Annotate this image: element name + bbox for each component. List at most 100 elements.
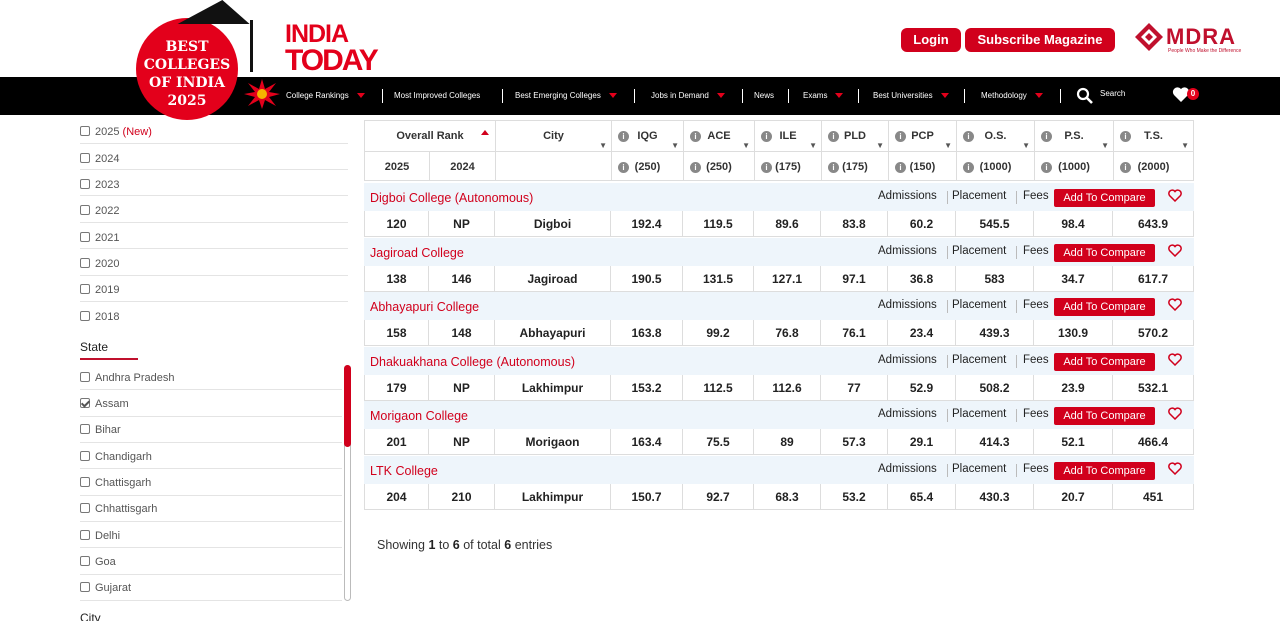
wishlist-heart-icon[interactable] — [1168, 462, 1182, 475]
info-icon[interactable]: i — [1120, 162, 1131, 173]
info-icon[interactable]: i — [690, 162, 701, 173]
state-filter-chattisgarh[interactable]: Chattisgarh — [80, 477, 151, 489]
checkbox[interactable] — [80, 284, 90, 294]
admissions-link[interactable]: Admissions — [878, 354, 937, 366]
info-icon[interactable]: i — [828, 162, 839, 173]
nav-college-rankings[interactable]: College Rankings — [286, 91, 365, 100]
checkbox[interactable] — [80, 530, 90, 540]
checkbox-checked[interactable] — [80, 398, 90, 408]
year-filter-2020[interactable]: 2020 — [80, 258, 119, 270]
fees-link[interactable]: Fees — [1023, 408, 1049, 420]
state-filter-gujarat[interactable]: Gujarat — [80, 582, 131, 594]
mdra-logo[interactable]: MDRA People Who Make the Difference — [1134, 22, 1254, 56]
checkbox[interactable] — [80, 424, 90, 434]
wishlist-heart-icon[interactable] — [1168, 298, 1182, 311]
placement-link[interactable]: Placement — [952, 463, 1006, 475]
year-filter-2018[interactable]: 2018 — [80, 311, 119, 323]
wishlist-heart-icon[interactable] — [1168, 189, 1182, 202]
info-icon[interactable]: i — [1041, 131, 1052, 142]
checkbox[interactable] — [80, 451, 90, 461]
fees-link[interactable]: Fees — [1023, 299, 1049, 311]
checkbox[interactable] — [80, 556, 90, 566]
checkbox[interactable] — [80, 205, 90, 215]
checkbox[interactable] — [80, 153, 90, 163]
checkbox[interactable] — [80, 477, 90, 487]
add-to-compare-button[interactable]: Add To Compare — [1054, 298, 1155, 316]
india-today-logo[interactable]: INDIA TODAY — [285, 20, 379, 76]
search-label[interactable]: Search — [1100, 89, 1125, 98]
year-filter-2025[interactable]: 2025 (New) — [80, 126, 152, 138]
placement-link[interactable]: Placement — [952, 245, 1006, 257]
info-icon[interactable]: i — [618, 162, 629, 173]
header-ace[interactable]: i ACE ▼ — [684, 121, 755, 151]
nav-exams[interactable]: Exams — [803, 91, 844, 100]
college-name-link[interactable]: Dhakuakhana College (Autonomous) — [370, 355, 575, 369]
fees-link[interactable]: Fees — [1023, 190, 1049, 202]
college-name-link[interactable]: Morigaon College — [370, 409, 468, 423]
add-to-compare-button[interactable]: Add To Compare — [1054, 189, 1155, 207]
year-filter-2019[interactable]: 2019 — [80, 284, 119, 296]
info-icon[interactable]: i — [963, 162, 974, 173]
college-name-link[interactable]: LTK College — [370, 464, 438, 478]
checkbox[interactable] — [80, 503, 90, 513]
wishlist-heart-icon[interactable] — [1168, 407, 1182, 420]
info-icon[interactable]: i — [895, 131, 906, 142]
college-name-link[interactable]: Digboi College (Autonomous) — [370, 191, 533, 205]
nav-methodology[interactable]: Methodology — [981, 91, 1043, 100]
checkbox[interactable] — [80, 311, 90, 321]
header-overall-rank[interactable]: Overall Rank — [365, 121, 496, 151]
state-list-scroll-thumb[interactable] — [344, 365, 351, 447]
add-to-compare-button[interactable]: Add To Compare — [1054, 462, 1155, 480]
checkbox[interactable] — [80, 582, 90, 592]
fees-link[interactable]: Fees — [1023, 245, 1049, 257]
checkbox[interactable] — [80, 179, 90, 189]
year-filter-2022[interactable]: 2022 — [80, 205, 119, 217]
checkbox[interactable] — [80, 232, 90, 242]
nav-news[interactable]: News — [754, 91, 774, 100]
state-filter-chandigarh[interactable]: Chandigarh — [80, 451, 152, 463]
state-filter-andhra-pradesh[interactable]: Andhra Pradesh — [80, 372, 175, 384]
state-filter-chhattisgarh[interactable]: Chhattisgarh — [80, 503, 157, 515]
info-icon[interactable]: i — [895, 162, 906, 173]
header-iqg[interactable]: i IQG ▼ — [612, 121, 684, 151]
state-filter-delhi[interactable]: Delhi — [80, 530, 120, 542]
state-filter-bihar[interactable]: Bihar — [80, 424, 121, 436]
header-pld[interactable]: i PLD ▼ — [822, 121, 889, 151]
add-to-compare-button[interactable]: Add To Compare — [1054, 353, 1155, 371]
header-os[interactable]: i O.S. ▼ — [957, 121, 1035, 151]
add-to-compare-button[interactable]: Add To Compare — [1054, 244, 1155, 262]
year-filter-2023[interactable]: 2023 — [80, 179, 119, 191]
college-name-link[interactable]: Abhayapuri College — [370, 300, 479, 314]
login-button[interactable]: Login — [901, 28, 961, 52]
checkbox[interactable] — [80, 126, 90, 136]
info-icon[interactable]: i — [963, 131, 974, 142]
info-icon[interactable]: i — [618, 131, 629, 142]
info-icon[interactable]: i — [1120, 131, 1131, 142]
add-to-compare-button[interactable]: Add To Compare — [1054, 407, 1155, 425]
info-icon[interactable]: i — [828, 131, 839, 142]
state-filter-assam[interactable]: Assam — [80, 398, 129, 410]
admissions-link[interactable]: Admissions — [878, 408, 937, 420]
college-name-link[interactable]: Jagiroad College — [370, 246, 464, 260]
admissions-link[interactable]: Admissions — [878, 299, 937, 311]
wishlist-heart-icon[interactable] — [1168, 244, 1182, 257]
info-icon[interactable]: i — [690, 131, 701, 142]
admissions-link[interactable]: Admissions — [878, 245, 937, 257]
placement-link[interactable]: Placement — [952, 299, 1006, 311]
admissions-link[interactable]: Admissions — [878, 190, 937, 202]
info-icon[interactable]: i — [1041, 162, 1052, 173]
wishlist-heart-icon[interactable] — [1168, 353, 1182, 366]
year-filter-2024[interactable]: 2024 — [80, 153, 119, 165]
placement-link[interactable]: Placement — [952, 190, 1006, 202]
state-filter-goa[interactable]: Goa — [80, 556, 116, 568]
search-icon[interactable] — [1076, 87, 1093, 104]
nav-best-universities[interactable]: Best Universities — [873, 91, 949, 100]
year-filter-2021[interactable]: 2021 — [80, 232, 119, 244]
info-icon[interactable]: i — [761, 162, 772, 173]
subscribe-magazine-button[interactable]: Subscribe Magazine — [965, 28, 1115, 52]
header-pcp[interactable]: i PCP ▼ — [889, 121, 957, 151]
sort-up-icon[interactable] — [481, 130, 489, 135]
header-ps[interactable]: i P.S. ▼ — [1035, 121, 1114, 151]
fees-link[interactable]: Fees — [1023, 354, 1049, 366]
checkbox[interactable] — [80, 258, 90, 268]
